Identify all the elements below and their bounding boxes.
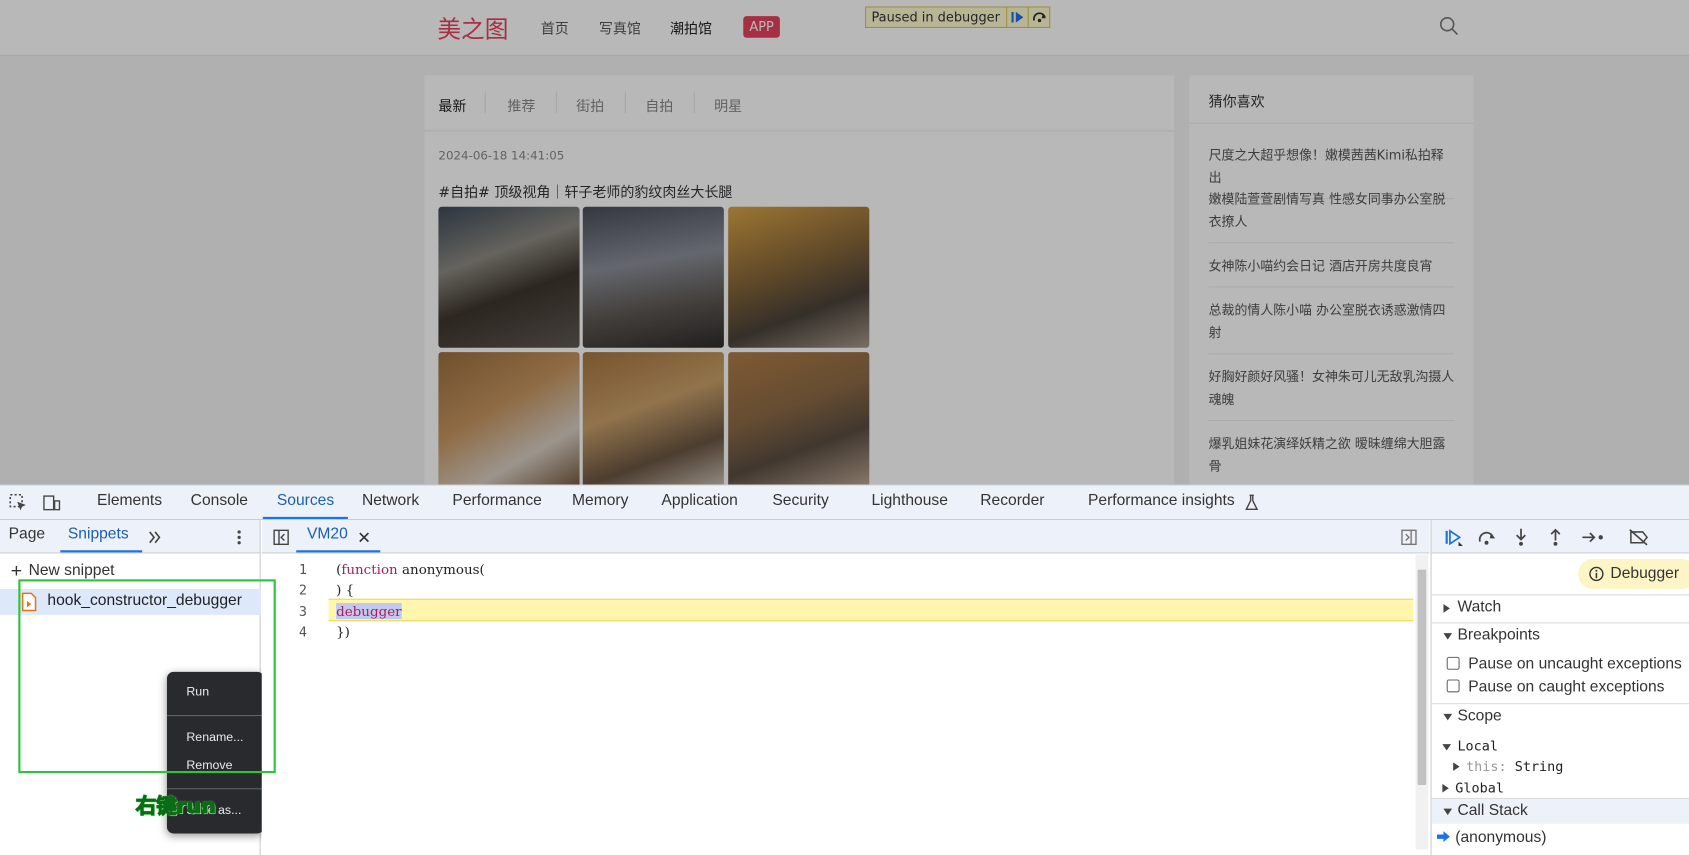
editor-scrollbar-thumb[interactable]	[1417, 569, 1427, 785]
collapse-arrow-icon	[1443, 713, 1453, 721]
close-icon[interactable]	[359, 532, 370, 543]
code-line: ) {	[336, 581, 355, 598]
breakpoints-section-header[interactable]: Breakpoints	[1431, 622, 1689, 648]
local-label: Local	[1457, 737, 1498, 754]
tab-security[interactable]: Security	[772, 492, 828, 509]
debugger-toolbar	[1430, 520, 1689, 554]
snippets-tab-underline	[60, 550, 143, 553]
paused-overlay	[0, 0, 1689, 485]
expand-arrow-icon	[1443, 604, 1450, 613]
menu-separator	[166, 714, 264, 717]
collapse-arrow-icon	[1443, 633, 1453, 640]
line-number[interactable]: 4	[262, 623, 307, 639]
line-number[interactable]: 3	[262, 603, 307, 619]
call-stack-label: Call Stack	[1457, 802, 1528, 820]
pause-uncaught-checkbox-row[interactable]: Pause on uncaught exceptions	[1446, 655, 1682, 673]
watch-section-header[interactable]: Watch	[1431, 594, 1689, 620]
line-number[interactable]: 1	[262, 561, 307, 577]
expand-arrow-icon	[1442, 783, 1449, 793]
tab-sources[interactable]: Sources	[277, 492, 334, 509]
editor-tab-bar: VM20	[261, 520, 1430, 554]
snippet-file-icon	[21, 592, 37, 612]
active-tab-indicator	[262, 516, 348, 520]
pause-uncaught-checkbox[interactable]	[1446, 656, 1460, 670]
webpage-viewport: 美之图 首页 写真馆 潮拍馆 APP Paused in debugger 最新…	[0, 0, 1689, 485]
tab-performance-insights[interactable]: Performance insights	[1088, 492, 1235, 509]
annotation-label: 右键run	[135, 794, 216, 819]
more-tabs-chevron-icon[interactable]	[148, 530, 163, 545]
plus-icon: +	[10, 559, 23, 582]
global-label: Global	[1455, 779, 1504, 796]
this-key: this	[1466, 758, 1499, 775]
snippet-name: hook_constructor_debugger	[47, 592, 242, 610]
scope-local[interactable]: Local	[1442, 738, 1498, 754]
debugger-keyword: debugger	[336, 603, 402, 620]
pause-caught-label: Pause on caught exceptions	[1468, 678, 1665, 696]
watch-label: Watch	[1457, 598, 1502, 616]
snippet-item[interactable]: hook_constructor_debugger	[0, 589, 261, 615]
inspect-element-icon[interactable]	[9, 493, 28, 512]
line-number[interactable]: 2	[262, 581, 307, 597]
step-over-icon[interactable]	[1478, 529, 1497, 546]
scope-this-row[interactable]: this: String	[1453, 758, 1563, 774]
colon-separator: :	[1498, 758, 1515, 775]
tab-network[interactable]: Network	[362, 492, 419, 509]
tab-lighthouse[interactable]: Lighthouse	[871, 492, 947, 509]
new-snippet-button[interactable]: + New snippet	[11, 560, 115, 583]
snippets-navigator: + New snippet hook_constructor_debugger R…	[0, 553, 264, 855]
debugger-paused-badge: Debugger	[1578, 558, 1689, 590]
collapse-arrow-icon	[1443, 808, 1453, 816]
call-frame-anonymous[interactable]: (anonymous)	[1436, 829, 1547, 847]
navigator-tabs: Page Snippets	[0, 520, 261, 554]
context-menu-run[interactable]: Run	[186, 686, 209, 699]
context-menu-remove[interactable]: Remove	[186, 759, 232, 772]
tab-memory[interactable]: Memory	[572, 492, 628, 509]
tab-snippets[interactable]: Snippets	[68, 525, 129, 542]
scope-section-header[interactable]: Scope	[1431, 703, 1689, 729]
menu-separator	[166, 788, 264, 790]
deactivate-breakpoints-icon[interactable]	[1628, 529, 1650, 546]
code-line: (function anonymous(	[336, 561, 485, 578]
tab-recorder[interactable]: Recorder	[980, 492, 1044, 509]
pause-uncaught-label: Pause on uncaught exceptions	[1468, 655, 1682, 673]
step-into-icon[interactable]	[1513, 528, 1528, 547]
collapse-arrow-icon	[1442, 744, 1451, 751]
current-frame-arrow-icon	[1436, 831, 1450, 843]
context-menu-rename[interactable]: Rename...	[186, 731, 243, 744]
debugger-sidebar: Debugger Watch Breakpoints Pause on unca…	[1430, 553, 1689, 855]
toggle-debugger-sidebar-icon[interactable]	[1400, 529, 1417, 546]
tab-elements[interactable]: Elements	[97, 492, 162, 509]
resume-icon[interactable]	[1445, 529, 1464, 546]
new-snippet-label: New snippet	[28, 562, 115, 580]
frame-name: (anonymous)	[1455, 829, 1547, 847]
step-out-icon[interactable]	[1548, 528, 1563, 547]
tab-application[interactable]: Application	[661, 492, 737, 509]
pause-caught-checkbox-row[interactable]: Pause on caught exceptions	[1446, 678, 1665, 696]
experimental-flask-icon	[1245, 494, 1259, 511]
code-editor[interactable]: 1 2 3 4 (function anonymous( ) { debugge…	[261, 553, 1430, 855]
toggle-navigator-icon[interactable]	[273, 529, 290, 546]
more-options-icon[interactable]	[235, 529, 244, 546]
expand-arrow-icon	[1453, 762, 1460, 771]
tab-console[interactable]: Console	[191, 492, 248, 509]
devtools-panel: Elements Console Sources Network Perform…	[0, 484, 1689, 855]
pause-caught-checkbox[interactable]	[1446, 679, 1460, 693]
file-tab-vm20[interactable]: VM20	[307, 525, 348, 542]
call-stack-section-header[interactable]: Call Stack	[1431, 797, 1689, 824]
tab-page[interactable]: Page	[9, 525, 45, 542]
devtools-main-tabs: Elements Console Sources Network Perform…	[0, 485, 1689, 521]
tab-performance[interactable]: Performance	[452, 492, 541, 509]
debugger-badge-label: Debugger	[1610, 565, 1680, 583]
breakpoints-label: Breakpoints	[1457, 626, 1540, 644]
step-icon[interactable]	[1581, 530, 1605, 545]
scope-label: Scope	[1457, 707, 1502, 725]
paused-line-highlight	[328, 598, 1414, 622]
this-value: String	[1514, 758, 1564, 775]
device-toolbar-icon[interactable]	[42, 493, 61, 512]
code-line-paused: debugger	[336, 603, 402, 620]
scope-global[interactable]: Global	[1442, 780, 1504, 796]
code-line: })	[336, 623, 350, 640]
file-tab-underline	[296, 550, 381, 553]
info-icon	[1589, 566, 1604, 582]
